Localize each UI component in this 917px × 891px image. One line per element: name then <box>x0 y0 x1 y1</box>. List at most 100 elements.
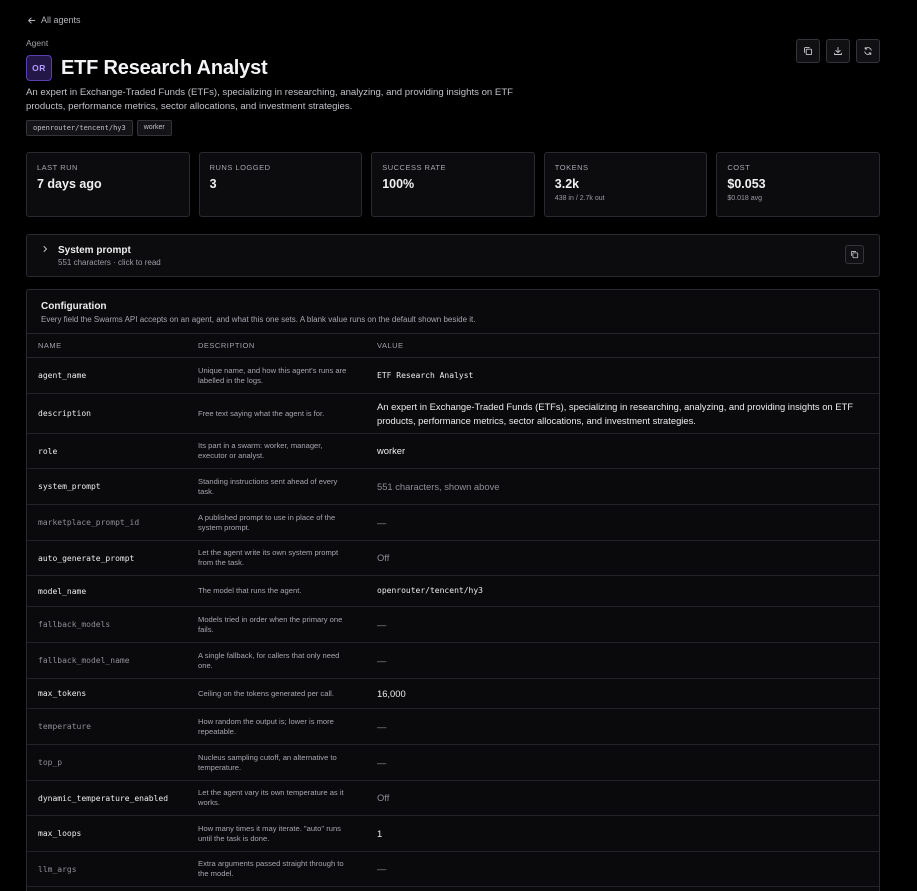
back-link-all-agents[interactable]: All agents <box>27 15 81 25</box>
stat-value: 3 <box>209 177 217 191</box>
stat-value: 100% <box>382 177 415 191</box>
stat-label: Last run <box>37 163 78 172</box>
system-prompt-toggle[interactable]: System prompt 551 characters · click to … <box>26 234 880 277</box>
table-row: agent_name Unique name, and how this agen… <box>27 358 879 394</box>
field-description: Extra arguments passed straight through … <box>198 859 344 878</box>
field-description: How random the output is; lower is more … <box>198 716 334 736</box>
field-value: 16,000 <box>377 687 406 699</box>
field-value: Off <box>377 552 390 563</box>
stats-row: Last run 7 days ago Runs logged 3 Succes… <box>26 152 880 217</box>
table-row: auto_generate_prompt Let the agent write … <box>27 541 879 576</box>
table-row: max_loops How many times it may iterate. … <box>27 816 879 852</box>
stat-card-cost: Cost $0.053 $0.018 avg <box>716 152 880 217</box>
stat-value: 3.2k <box>554 177 580 191</box>
page-title: ETF Research Analyst <box>61 56 268 79</box>
field-name: max_loops <box>38 829 82 838</box>
stat-subtext: 438 in / 2.7k out <box>554 195 605 202</box>
field-description: Ceiling on the tokens generated per call… <box>198 688 334 698</box>
table-row: model_name The model that runs the agent.… <box>27 576 879 607</box>
field-value: An expert in Exchange-Traded Funds (ETFs… <box>377 400 853 426</box>
tag-model: openrouter/tencent/hy3 <box>26 120 133 136</box>
field-name: llm_args <box>38 864 77 874</box>
stat-label: Tokens <box>554 163 589 172</box>
field-description: The model that runs the agent. <box>198 586 302 595</box>
page-eyebrow: Agent <box>26 38 49 48</box>
tag-role: worker <box>136 120 172 136</box>
configuration-title: Configuration <box>41 301 107 312</box>
field-value: — <box>377 863 387 874</box>
field-description: A single fallback, for callers that only… <box>198 650 340 670</box>
configuration-header: Configuration Every field the Swarms API… <box>27 290 879 334</box>
agent-tags: openrouter/tencent/hy3 worker <box>26 120 172 136</box>
system-prompt-title: System prompt <box>58 245 131 256</box>
field-value: openrouter/tencent/hy3 <box>377 586 483 595</box>
column-header-value: Value <box>377 341 404 350</box>
refresh-button[interactable] <box>856 39 880 63</box>
column-header-description: Description <box>198 341 255 350</box>
field-description: Its part in a swarm: worker, manager, ex… <box>198 441 323 460</box>
back-link-label: All agents <box>41 15 81 25</box>
stat-label: Success rate <box>382 163 446 172</box>
download-button[interactable] <box>826 39 850 63</box>
field-value: Off <box>377 792 390 803</box>
field-name: temperature <box>38 722 91 731</box>
table-row: fallback_models Models tried in order whe… <box>27 607 879 643</box>
field-name: max_tokens <box>38 689 87 698</box>
field-name: description <box>38 409 91 418</box>
copy-icon <box>804 47 813 56</box>
config-table-body: agent_name Unique name, and how this agen… <box>27 358 879 891</box>
field-name: marketplace_prompt_id <box>38 518 140 527</box>
field-value: — <box>377 654 387 666</box>
stat-subtext: $0.018 avg <box>727 195 763 202</box>
table-row: max_tokens Ceiling on the tokens generate… <box>27 679 879 709</box>
table-row: llm_args Extra arguments passed straight … <box>27 852 879 887</box>
field-name: system_prompt <box>38 482 101 491</box>
field-value: ETF Research Analyst <box>377 370 474 380</box>
field-name: fallback_model_name <box>38 656 130 665</box>
agent-description: An expert in Exchange-Traded Funds (ETFs… <box>26 87 514 112</box>
table-row: marketplace_prompt_id A published prompt … <box>27 505 879 541</box>
header-actions <box>796 39 880 63</box>
stat-card-success-rate: Success rate 100% <box>371 152 535 217</box>
copy-button[interactable] <box>796 39 820 63</box>
field-description: Models tried in order when the primary o… <box>198 614 343 634</box>
configuration-panel: Configuration Every field the Swarms API… <box>26 289 880 891</box>
table-row: description Free text saying what the age… <box>27 394 879 434</box>
field-description: Nucleus sampling cutoff, an alternative … <box>198 752 337 772</box>
field-name: fallback_models <box>38 620 111 629</box>
field-name: agent_name <box>38 371 87 380</box>
stat-card-runs-logged: Runs logged 3 <box>198 152 363 217</box>
field-description: Free text saying what the agent is for. <box>198 408 325 418</box>
table-row: temperature How random the output is; low… <box>27 709 879 745</box>
field-name: dynamic_temperature_enabled <box>38 793 169 803</box>
field-description: Unique name, and how this agent's runs a… <box>198 365 347 385</box>
stat-value: 7 days ago <box>37 177 102 191</box>
field-description: Standing instructions sent ahead of ever… <box>198 476 338 496</box>
field-value: — <box>377 516 387 528</box>
table-row <box>27 887 879 891</box>
stat-value: $0.053 <box>727 177 766 191</box>
field-value: — <box>377 756 387 768</box>
field-name: role <box>38 446 58 456</box>
stat-card-tokens: Tokens 3.2k 438 in / 2.7k out <box>543 152 708 217</box>
title-row: OR ETF Research Analyst <box>26 55 268 81</box>
copy-system-prompt-button[interactable] <box>845 245 864 264</box>
refresh-icon <box>864 46 872 56</box>
column-header-name: Name <box>38 341 62 350</box>
field-value: — <box>377 720 387 732</box>
copy-icon <box>850 251 859 259</box>
chevron-right-icon <box>43 246 47 252</box>
field-value: worker <box>377 445 406 456</box>
system-prompt-subtitle: 551 characters · click to read <box>58 258 161 267</box>
field-name: model_name <box>38 586 87 596</box>
field-description: Let the agent vary its own temperature a… <box>198 788 344 807</box>
field-description: Let the agent write its own system promp… <box>198 548 339 567</box>
table-row: fallback_model_name A single fallback, fo… <box>27 643 879 679</box>
field-value: 551 characters, shown above <box>377 480 500 492</box>
stat-label: Runs logged <box>209 163 271 172</box>
table-header: Name Description Value <box>27 334 879 358</box>
table-row: dynamic_temperature_enabled Let the agent… <box>27 781 879 816</box>
field-name: auto_generate_prompt <box>38 553 135 563</box>
field-description: A published prompt to use in place of th… <box>198 512 336 532</box>
download-icon <box>834 46 842 55</box>
